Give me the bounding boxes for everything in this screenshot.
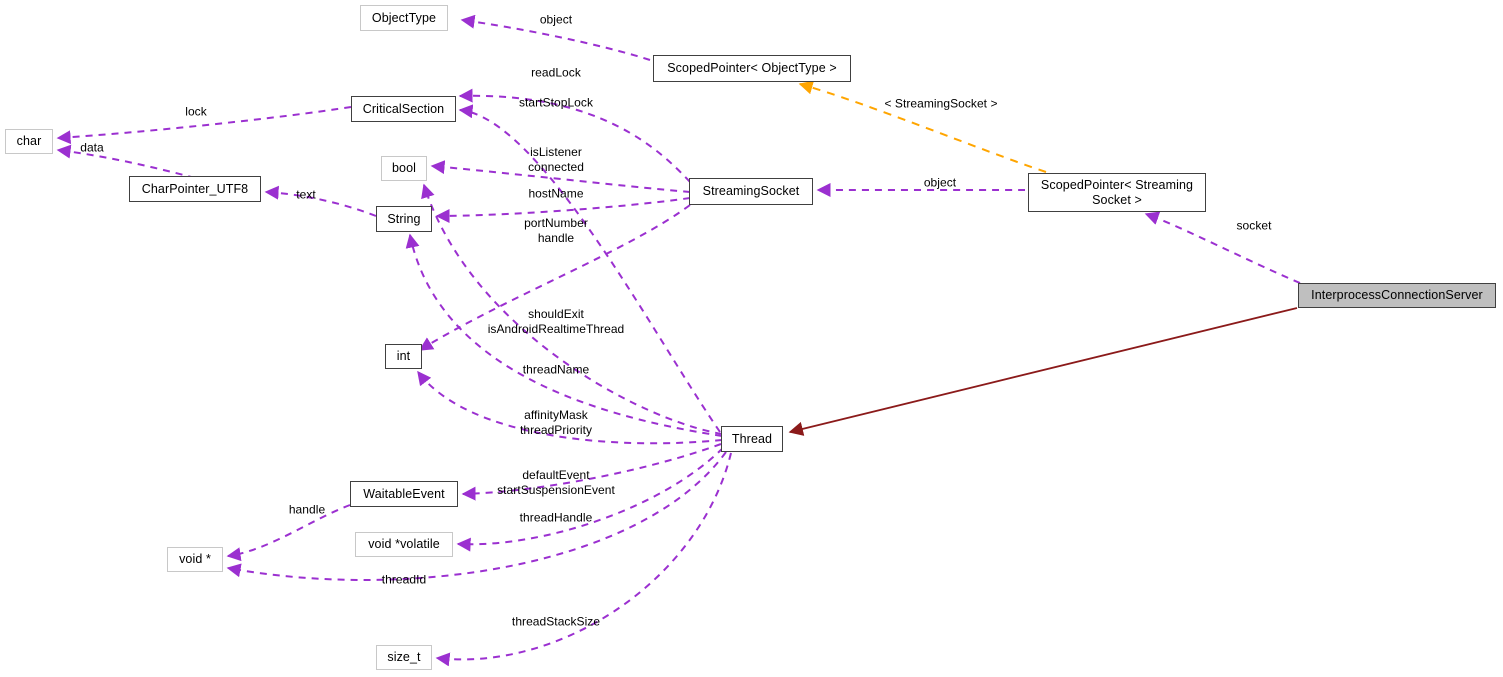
edge-label-socket: socket [1236,218,1272,233]
class-node-thread[interactable]: Thread [721,426,783,452]
class-node-bool[interactable]: bool [381,156,427,181]
edge-label-threadstacksize: threadStackSize [511,614,601,629]
edge-socket [1144,211,1301,284]
edge-data [56,144,196,179]
edge-label-object-mid: object [923,175,957,190]
edge-label-handle: handle [288,502,326,517]
edge-label-hostname: hostName [528,186,584,201]
edge-label-defaultevent: defaultEvent startSuspensionEvent [497,468,615,497]
edge-label-readlock: readLock [531,65,581,80]
class-node-scoped_stream[interactable]: ScopedPointer< Streaming Socket > [1028,173,1206,212]
edge-label-islistener: isListener connected [528,145,584,174]
class-node-char[interactable]: char [5,129,53,154]
class-node-streamingsock[interactable]: StreamingSocket [689,178,813,205]
edge-label-startstoplock: startStopLock [518,95,594,110]
edge-label-threadid: threadId [381,572,427,587]
class-node-ipcserver[interactable]: InterprocessConnectionServer [1298,283,1496,308]
edge-text [264,185,377,217]
inheritance-edges [788,307,1298,436]
class-node-int[interactable]: int [385,344,422,369]
class-node-criticalsec[interactable]: CriticalSection [351,96,456,122]
class-node-voidvolatile[interactable]: void *volatile [355,532,453,557]
edge-startstoplock [458,104,721,433]
edge-label-text: text [296,187,316,202]
edge-label-shouldexit: shouldExit isAndroidRealtimeThread [487,307,625,336]
class-node-scoped_obj[interactable]: ScopedPointer< ObjectType > [653,55,851,82]
edge-label-data: data [80,140,104,155]
collaboration-diagram: ObjectType ScopedPointer< ObjectType > Cri… [0,0,1503,677]
edge-label-object-top: object [539,12,573,27]
edge-label-affinitymask: affinityMask threadPriority [519,408,593,437]
edge-label-threadhandle: threadHandle [519,510,593,525]
class-node-string[interactable]: String [376,206,432,232]
diagram-edges [56,14,1301,667]
class-node-objecttype[interactable]: ObjectType [360,5,448,31]
edge-label-streamingsocket-t: < StreamingSocket > [884,96,998,111]
edge-label-portnumber: portNumber handle [524,216,588,245]
class-node-size_t[interactable]: size_t [376,645,432,670]
usage-edges [56,14,1301,667]
edge-label-threadname: threadName [522,362,590,377]
edge-label-lock: lock [185,104,207,119]
class-node-charptr[interactable]: CharPointer_UTF8 [129,176,261,202]
edge-inheritance-thread [788,307,1298,436]
class-node-waitable[interactable]: WaitableEvent [350,481,458,507]
class-node-voidptr[interactable]: void * [167,547,223,572]
